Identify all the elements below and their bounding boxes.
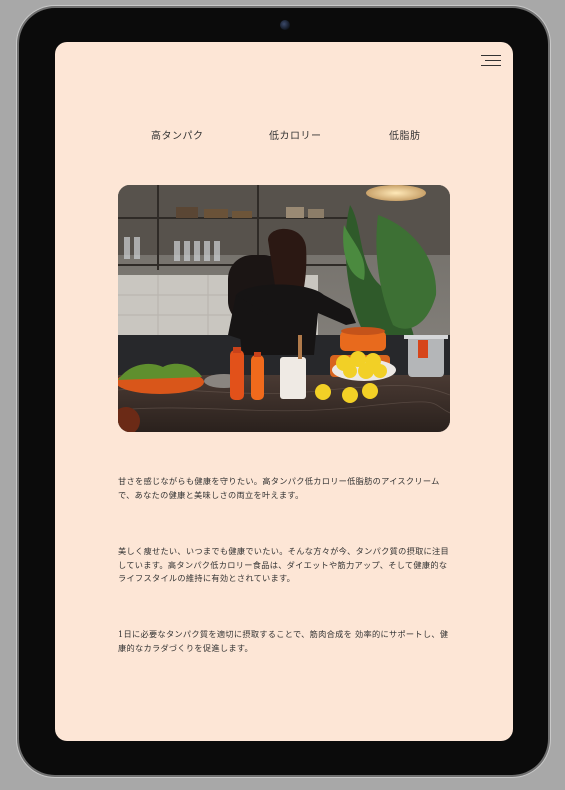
intro-paragraph: 甘さを感じながらも健康を守りたい。高タンパク低カロリー低脂肪のアイスクリームで、…	[118, 476, 440, 500]
front-camera	[280, 20, 290, 30]
muscle-support-paragraph: 1日に必要なタンパク質を適切に摂取することで、筋肉合成を 効率的にサポートし、健…	[118, 629, 449, 653]
tab-low-fat[interactable]: 低脂肪	[389, 127, 421, 142]
category-tabs: 高タンパク 低カロリー 低脂肪	[55, 127, 513, 143]
menu-line-bottom	[481, 65, 501, 66]
tab-high-protein[interactable]: 高タンパク	[151, 127, 204, 142]
tablet-frame: 高タンパク 低カロリー 低脂肪 甘さを感じながらも健康を守りたい。高タンパク低カ…	[19, 8, 548, 775]
kitchen-photo	[118, 185, 450, 432]
hero-image	[118, 185, 450, 432]
tab-low-calorie[interactable]: 低カロリー	[269, 127, 322, 142]
screen: 高タンパク 低カロリー 低脂肪 甘さを感じながらも健康を守りたい。高タンパク低カ…	[55, 42, 513, 741]
menu-line-middle	[485, 60, 501, 61]
protein-trend-paragraph: 美しく痩せたい、いつまでも健康でいたい。そんな方々が今、タンパク質の摂取に注目し…	[118, 546, 450, 584]
menu-line-top	[481, 55, 501, 56]
hamburger-menu-icon[interactable]	[479, 53, 501, 69]
